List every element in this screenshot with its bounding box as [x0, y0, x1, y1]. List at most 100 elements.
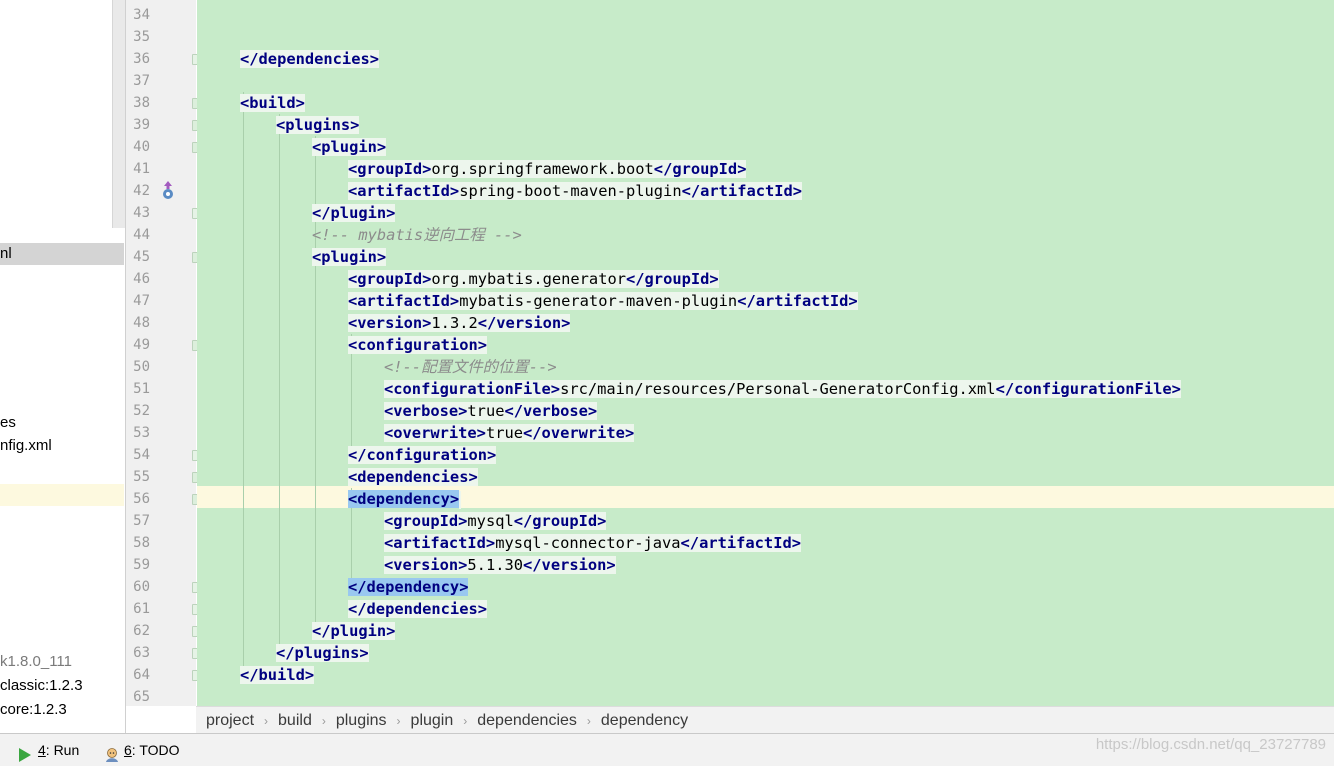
line-number: 39 [133, 117, 150, 133]
code-line: <!-- mybatis逆向工程 --> [312, 224, 522, 246]
code-line: <overwrite>true</overwrite> [384, 422, 635, 444]
line-number: 44 [133, 227, 150, 243]
override-method-icon[interactable] [160, 180, 176, 200]
breadcrumb-separator: › [321, 714, 326, 728]
line-number: 58 [133, 535, 150, 551]
line-number: 45 [133, 249, 150, 265]
code-line: </dependencies> [240, 48, 379, 70]
code-line: </configuration> [348, 444, 497, 466]
code-comment: <!-- mybatis逆向工程 --> [312, 226, 522, 244]
line-number: 56 [133, 491, 150, 507]
line-number: 34 [133, 7, 150, 23]
code-line: <version>5.1.30</version> [384, 554, 616, 576]
todo-mnemonic: 6 [124, 742, 132, 758]
code-tag: </artifactId> [737, 292, 858, 310]
line-number: 49 [133, 337, 150, 353]
line-number: 54 [133, 447, 150, 463]
code-line: <artifactId>mybatis-generator-maven-plug… [348, 290, 858, 312]
line-number: 40 [133, 139, 150, 155]
line-number: 53 [133, 425, 150, 441]
code-line: <plugin> [312, 136, 387, 158]
code-tag: <version> [348, 314, 432, 332]
code-line: </dependency> [348, 576, 469, 598]
line-number: 57 [133, 513, 150, 529]
watermark: https://blog.csdn.net/qq_23727789 [1095, 736, 1326, 753]
code-line: <plugin> [312, 246, 387, 268]
code-editor[interactable]: </dependencies> <build> <plugins> <plugin> <… [197, 0, 1334, 706]
code-comment: <!--配置文件的位置--> [384, 358, 557, 376]
breadcrumb-separator: › [264, 714, 269, 728]
todo-tool-button[interactable]: 6: TODO [104, 734, 180, 766]
code-tag: <artifactId> [384, 534, 496, 552]
code-line: <build> [240, 92, 305, 114]
line-number: 60 [133, 579, 150, 595]
code-tag: <plugin> [312, 138, 387, 156]
code-line: <groupId>org.mybatis.generator</groupId> [348, 268, 719, 290]
code-tag: <plugins> [276, 116, 360, 134]
line-number: 51 [133, 381, 150, 397]
line-number: 43 [133, 205, 150, 221]
code-tag: </plugin> [312, 622, 396, 640]
code-line: </plugins> [276, 642, 369, 664]
breadcrumb-separator: › [586, 714, 591, 728]
code-tag: </groupId> [653, 160, 747, 178]
tree-item[interactable]: classic:1.2.3 [0, 675, 83, 697]
code-text: mysql [467, 512, 514, 530]
indent-guide [243, 92, 244, 674]
line-number: 62 [133, 623, 150, 639]
code-text: mysql-connector-java [495, 534, 681, 552]
code-tag: <groupId> [348, 160, 432, 178]
code-tag: <build> [240, 94, 305, 112]
code-line: <dependency> [348, 488, 462, 510]
run-tool-button[interactable]: 4: Run [18, 734, 79, 766]
breadcrumb-separator: › [463, 714, 468, 728]
tree-item[interactable]: nfig.xml [0, 435, 52, 457]
line-number: 42 [133, 183, 150, 199]
breadcrumb-item[interactable]: build [278, 712, 312, 729]
code-tag: </groupId> [513, 512, 607, 530]
code-line: <configurationFile>src/main/resources/Pe… [384, 378, 1181, 400]
line-number: 37 [133, 73, 150, 89]
code-line: <version>1.3.2</version> [348, 312, 571, 334]
tree-item[interactable]: es [0, 412, 16, 434]
tree-item[interactable] [0, 484, 124, 506]
code-tag: </verbose> [504, 402, 598, 420]
line-number: 52 [133, 403, 150, 419]
breadcrumb-item[interactable]: project [206, 712, 254, 729]
code-tag: <groupId> [384, 512, 468, 530]
breadcrumb-separator: › [396, 714, 401, 728]
code-line: </plugin> [312, 620, 396, 642]
line-number: 50 [133, 359, 150, 375]
tree-item[interactable]: core:1.2.3 [0, 699, 67, 721]
code-line: <groupId>org.springframework.boot</group… [348, 158, 747, 180]
code-tag: <groupId> [348, 270, 432, 288]
breadcrumb-item[interactable]: dependencies [477, 712, 577, 729]
code-tag: </plugins> [276, 644, 369, 662]
tree-item[interactable]: k1.8.0_111 [0, 651, 72, 673]
code-line: <artifactId>spring-boot-maven-plugin</ar… [348, 180, 803, 202]
line-number: 41 [133, 161, 150, 177]
line-number: 65 [133, 689, 150, 705]
breadcrumb-item[interactable]: dependency [601, 712, 688, 729]
code-tag: </build> [240, 666, 315, 684]
tree-item[interactable]: nl [0, 243, 124, 265]
editor-gutter: 34 35 36 37 38 39 40 41 42 43 44 45 46 47 48 49 50 51 52 53… [126, 0, 227, 706]
line-number: 64 [133, 667, 150, 683]
code-tag: <configurationFile> [384, 380, 561, 398]
code-line: <verbose>true</verbose> [384, 400, 598, 422]
code-tag: </plugin> [312, 204, 396, 222]
code-tag: </dependencies> [240, 50, 379, 68]
code-text: org.mybatis.generator [431, 270, 626, 288]
code-tag: <configuration> [348, 336, 487, 354]
run-label: : Run [45, 742, 80, 758]
code-text: 5.1.30 [467, 556, 524, 574]
code-tag: </dependency> [348, 578, 469, 596]
code-line: </build> [240, 664, 315, 686]
breadcrumb-item[interactable]: plugin [411, 712, 454, 729]
project-tree-scrollbar[interactable] [112, 0, 125, 228]
code-tag: <plugin> [312, 248, 387, 266]
code-line: </plugin> [312, 202, 396, 224]
code-tag: </configuration> [348, 446, 497, 464]
breadcrumb-item[interactable]: plugins [336, 712, 387, 729]
run-icon [18, 742, 32, 762]
